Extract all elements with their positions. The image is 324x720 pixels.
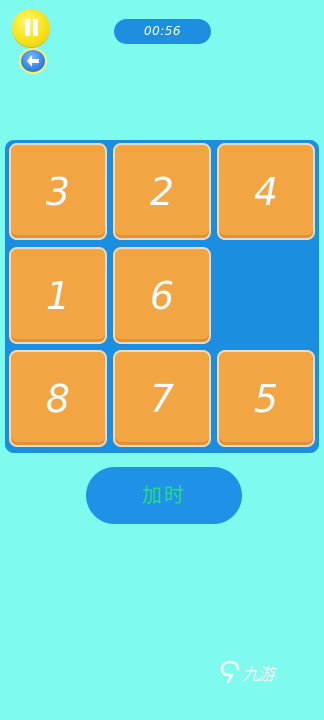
pause-icon xyxy=(25,19,30,36)
add-time-button[interactable]: 加时 xyxy=(86,467,242,524)
puzzle-tile[interactable]: 3 xyxy=(9,143,107,240)
puzzle-tile[interactable]: 2 xyxy=(113,143,211,240)
puzzle-tile[interactable]: 7 xyxy=(113,350,211,447)
puzzle-tile[interactable]: 8 xyxy=(9,350,107,447)
timer-display: 00:56 xyxy=(114,19,211,44)
back-arrow-icon xyxy=(27,55,39,67)
pause-button[interactable] xyxy=(12,9,50,47)
puzzle-tile[interactable]: 1 xyxy=(9,247,107,344)
jiuyou-logo-icon xyxy=(220,660,240,684)
back-button[interactable] xyxy=(19,48,47,74)
watermark: 九游 xyxy=(220,657,290,687)
puzzle-tile[interactable]: 4 xyxy=(217,143,315,240)
pause-icon-bar xyxy=(33,19,38,36)
puzzle-tile[interactable]: 5 xyxy=(217,350,315,447)
puzzle-tile[interactable]: 6 xyxy=(113,247,211,344)
puzzle-board: 3 2 4 1 6 8 7 5 xyxy=(5,140,319,453)
watermark-text: 九游 xyxy=(242,664,275,685)
